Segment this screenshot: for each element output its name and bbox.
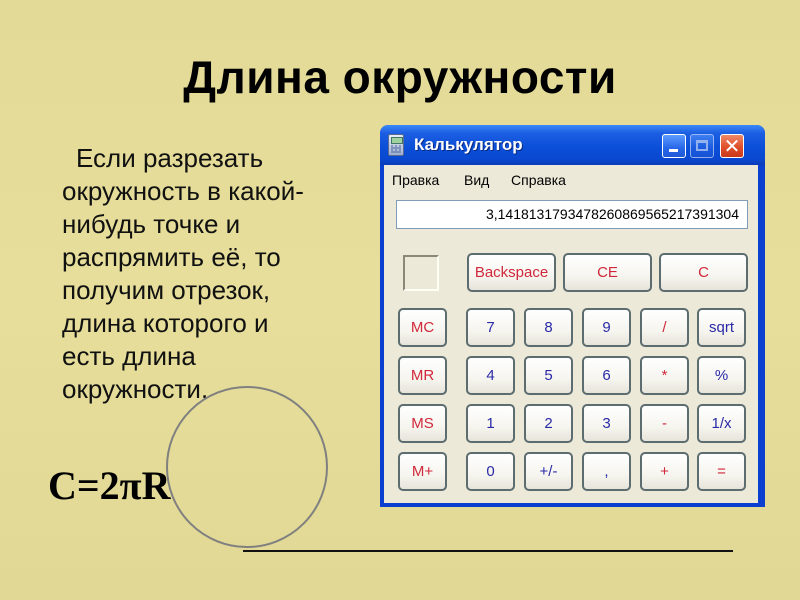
key-4-button[interactable]: 4 bbox=[466, 356, 515, 395]
maximize-button[interactable] bbox=[690, 134, 714, 158]
body-line: окружности. bbox=[62, 374, 209, 404]
circle-illustration bbox=[166, 386, 328, 548]
minimize-icon bbox=[669, 149, 678, 152]
key-2-button[interactable]: 2 bbox=[524, 404, 573, 443]
close-icon: ✕ bbox=[723, 134, 741, 158]
key-3-button[interactable]: 3 bbox=[582, 404, 631, 443]
body-line: Если разрезать bbox=[76, 143, 264, 173]
window-title: Калькулятор bbox=[414, 135, 523, 154]
key-ms-button[interactable]: MS bbox=[398, 404, 447, 443]
key-decimal-button[interactable]: , bbox=[582, 452, 631, 491]
body-line: длина которого и bbox=[62, 308, 269, 338]
key-reciprocal-button[interactable]: 1/x bbox=[697, 404, 746, 443]
menu-bar: Правка Вид Справка bbox=[384, 165, 758, 193]
body-line: нибудь точке и bbox=[62, 209, 241, 239]
circumference-formula: C=2πR bbox=[48, 463, 171, 508]
key-sign-button[interactable]: +/- bbox=[524, 452, 573, 491]
memory-indicator bbox=[403, 255, 439, 291]
key-divide-button[interactable]: / bbox=[640, 308, 689, 347]
key-mr-button[interactable]: MR bbox=[398, 356, 447, 395]
key-subtract-button[interactable]: - bbox=[640, 404, 689, 443]
key-1-button[interactable]: 1 bbox=[466, 404, 515, 443]
body-line: получим отрезок, bbox=[62, 275, 271, 305]
backspace-button[interactable]: Backspace bbox=[467, 253, 556, 292]
key-0-button[interactable]: 0 bbox=[466, 452, 515, 491]
calculator-body: Правка Вид Справка 3,1418131793478260869… bbox=[384, 165, 758, 503]
menu-help[interactable]: Справка bbox=[511, 172, 566, 188]
key-equals-button[interactable]: = bbox=[697, 452, 746, 491]
body-line: распрямить её, то bbox=[62, 242, 281, 272]
close-button[interactable]: ✕ bbox=[720, 134, 744, 158]
body-line: окружность в какой- bbox=[62, 176, 304, 206]
menu-edit[interactable]: Правка bbox=[392, 172, 439, 188]
calculator-icon bbox=[388, 134, 404, 156]
key-8-button[interactable]: 8 bbox=[524, 308, 573, 347]
menu-view[interactable]: Вид bbox=[464, 172, 489, 188]
key-add-button[interactable]: + bbox=[640, 452, 689, 491]
calculator-display: 3,1418131793478260869565217391304 bbox=[396, 200, 748, 229]
maximize-icon bbox=[696, 140, 708, 151]
key-7-button[interactable]: 7 bbox=[466, 308, 515, 347]
key-multiply-button[interactable]: * bbox=[640, 356, 689, 395]
calculator-window: Калькулятор ✕ Правка Вид Справка 3,14181… bbox=[380, 125, 765, 507]
title-bar[interactable]: Калькулятор ✕ bbox=[380, 125, 765, 165]
key-9-button[interactable]: 9 bbox=[582, 308, 631, 347]
ce-button[interactable]: CE bbox=[563, 253, 652, 292]
slide-body-text: Если разрезать окружность в какой- нибуд… bbox=[62, 142, 372, 406]
key-sqrt-button[interactable]: sqrt bbox=[697, 308, 746, 347]
minimize-button[interactable] bbox=[662, 134, 686, 158]
key-5-button[interactable]: 5 bbox=[524, 356, 573, 395]
key-percent-button[interactable]: % bbox=[697, 356, 746, 395]
body-line: есть длина bbox=[62, 341, 196, 371]
key-mc-button[interactable]: MC bbox=[398, 308, 447, 347]
c-button[interactable]: C bbox=[659, 253, 748, 292]
key-6-button[interactable]: 6 bbox=[582, 356, 631, 395]
slide-title: Длина окружности bbox=[183, 51, 617, 103]
key-m+-button[interactable]: M+ bbox=[398, 452, 447, 491]
